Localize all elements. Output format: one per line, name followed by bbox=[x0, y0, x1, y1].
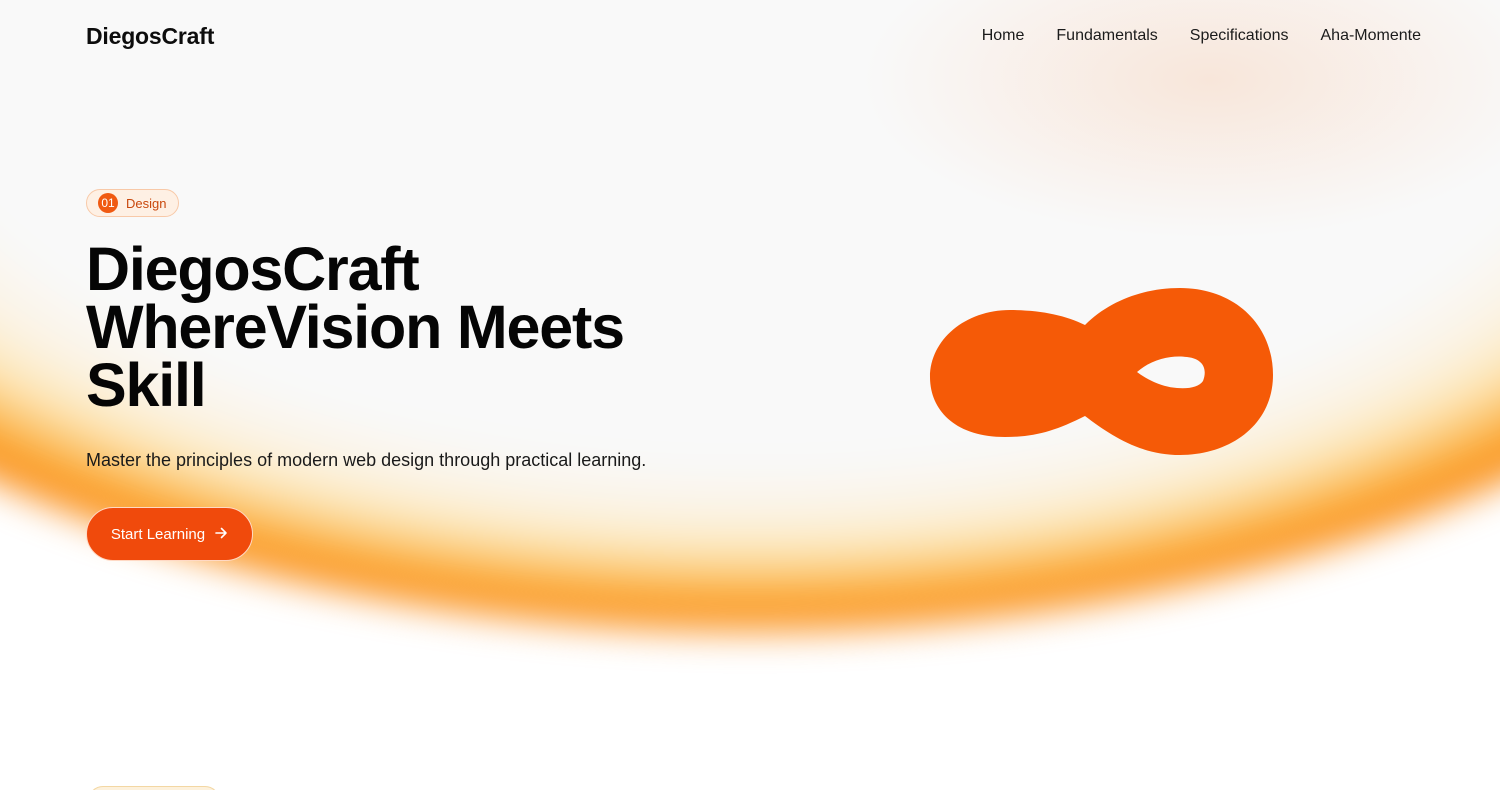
hero-subtitle: Master the principles of modern web desi… bbox=[86, 450, 647, 470]
hero-title-line-1: DiegosCraft bbox=[86, 235, 420, 303]
nav-link-aha-momente[interactable]: Aha-Momente bbox=[1321, 27, 1422, 45]
start-learning-label: Start Learning bbox=[110, 525, 206, 543]
brand-logo[interactable]: DiegosCraft bbox=[86, 23, 214, 50]
site-header: DiegosCraft Home Fundamentals Specificat… bbox=[86, 18, 1421, 54]
hero-title: DiegosCraft WhereVision Meets Skill bbox=[86, 235, 686, 419]
nav-link-fundamentals[interactable]: Fundamentals bbox=[1056, 27, 1157, 45]
section-badge: 01 Design bbox=[86, 189, 180, 217]
badge-number: 01 bbox=[98, 193, 118, 213]
nav-link-home[interactable]: Home bbox=[982, 27, 1025, 45]
hero-title-line-2: WhereVision Meets bbox=[86, 293, 625, 361]
next-section-badge bbox=[88, 786, 220, 790]
infinity-shape-icon bbox=[930, 288, 1273, 455]
start-learning-button[interactable]: Start Learning bbox=[86, 507, 253, 561]
page: DiegosCraft Home Fundamentals Specificat… bbox=[0, 0, 1500, 790]
main-nav: Home Fundamentals Specifications Aha-Mom… bbox=[982, 27, 1421, 45]
hero-title-line-3: Skill bbox=[86, 351, 207, 419]
badge-label: Design bbox=[126, 195, 167, 211]
nav-link-specifications[interactable]: Specifications bbox=[1190, 27, 1289, 45]
arrow-right-icon bbox=[215, 527, 228, 542]
